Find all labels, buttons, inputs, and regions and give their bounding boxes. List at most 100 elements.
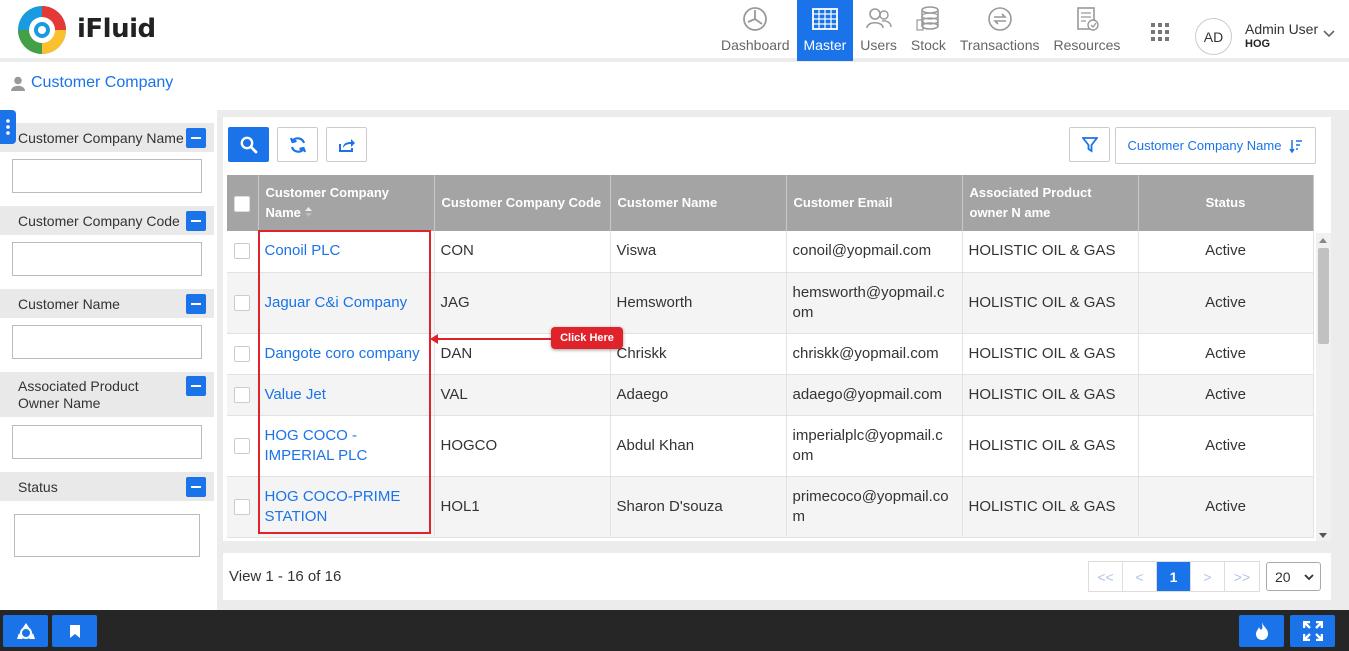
collapse-button[interactable] bbox=[186, 476, 206, 497]
search-icon bbox=[240, 136, 257, 153]
product-owner-cell: HOLISTIC OIL & GAS bbox=[962, 415, 1139, 477]
row-select-cell bbox=[227, 333, 259, 375]
filter-label: Customer Company Code bbox=[18, 212, 180, 229]
row-checkbox[interactable] bbox=[234, 437, 251, 454]
avatar[interactable]: AD bbox=[1195, 18, 1232, 55]
scroll-up-icon[interactable] bbox=[1319, 237, 1327, 243]
dashboard-icon bbox=[743, 7, 768, 31]
app-name: iFluid bbox=[77, 14, 156, 44]
search-button[interactable] bbox=[228, 127, 269, 162]
column-header-customer-email[interactable]: Customer Email bbox=[786, 175, 963, 231]
company-code-cell: JAG bbox=[434, 272, 611, 334]
customer-email-cell: primecoco@yopmail.co m bbox=[786, 476, 963, 538]
table-header-row: Customer Company Name Customer Company C… bbox=[227, 175, 1314, 231]
main-nav: Dashboard Master Users Stock Transaction… bbox=[714, 0, 1127, 61]
chevron-down-icon bbox=[1304, 574, 1314, 581]
status-cell: Active bbox=[1138, 476, 1314, 538]
row-select-cell bbox=[227, 415, 259, 477]
customer-email-cell: imperialplc@yopmail.c om bbox=[786, 415, 963, 477]
page-size-value: 20 bbox=[1275, 568, 1291, 585]
fire-icon bbox=[1255, 622, 1268, 640]
user-name[interactable]: Admin User bbox=[1245, 21, 1318, 37]
side-panel-toggle[interactable] bbox=[0, 110, 16, 144]
customer-email-cell: hemsworth@yopmail.c om bbox=[786, 272, 963, 334]
select-all-checkbox[interactable] bbox=[234, 195, 251, 212]
company-name-filter-input[interactable] bbox=[12, 159, 202, 193]
sort-descending-icon bbox=[1289, 139, 1303, 153]
nav-master[interactable]: Master bbox=[796, 0, 854, 61]
product-owner-cell: HOLISTIC OIL & GAS bbox=[962, 272, 1139, 334]
company-code-cell: CON bbox=[434, 231, 611, 273]
filter-button[interactable] bbox=[1069, 127, 1110, 162]
status-filter-select[interactable] bbox=[14, 514, 200, 557]
export-button[interactable] bbox=[326, 127, 367, 162]
vertical-dots-icon bbox=[6, 119, 10, 135]
nav-label: Master bbox=[803, 37, 847, 53]
sort-label: Customer Company Name bbox=[1127, 138, 1282, 153]
column-label: Customer Company Name bbox=[265, 185, 390, 220]
apps-grid-icon[interactable] bbox=[1151, 23, 1169, 41]
nav-resources[interactable]: Resources bbox=[1047, 0, 1128, 61]
row-checkbox[interactable] bbox=[234, 498, 251, 515]
nav-label: Transactions bbox=[959, 37, 1040, 53]
product-owner-cell: HOLISTIC OIL & GAS bbox=[962, 374, 1139, 416]
transactions-icon bbox=[987, 7, 1012, 31]
page-title[interactable]: Customer Company bbox=[31, 74, 173, 92]
company-code-cell: HOL1 bbox=[434, 476, 611, 538]
collapse-button[interactable] bbox=[186, 293, 206, 314]
fullscreen-button[interactable] bbox=[1290, 615, 1335, 647]
click-here-callout: Click Here bbox=[551, 327, 623, 349]
collapse-button[interactable] bbox=[186, 210, 206, 231]
stock-icon bbox=[916, 6, 940, 31]
sort-arrows-icon bbox=[304, 207, 312, 217]
current-page-button[interactable]: 1 bbox=[1157, 562, 1191, 591]
last-page-button[interactable]: >> bbox=[1225, 562, 1259, 591]
collapse-button[interactable] bbox=[186, 376, 206, 396]
filter-header-customer-name: Customer Name bbox=[0, 289, 214, 318]
column-header-company-code[interactable]: Customer Company Code bbox=[434, 175, 611, 231]
annotation-arrow bbox=[436, 338, 552, 340]
customer-email-cell: adaego@yopmail.com bbox=[786, 374, 963, 416]
column-header-product-owner[interactable]: Associated Product owner N ame bbox=[962, 175, 1139, 231]
company-code-cell: HOGCO bbox=[434, 415, 611, 477]
customer-name-filter-input[interactable] bbox=[12, 325, 202, 359]
sort-by-button[interactable]: Customer Company Name bbox=[1115, 127, 1316, 164]
row-checkbox[interactable] bbox=[234, 294, 251, 311]
product-owner-filter-input[interactable] bbox=[12, 425, 202, 459]
row-checkbox[interactable] bbox=[234, 386, 251, 403]
collapse-button[interactable] bbox=[186, 127, 206, 148]
chevron-down-icon[interactable] bbox=[1323, 30, 1335, 38]
bottom-toolbar bbox=[0, 610, 1349, 651]
bookmark-icon bbox=[69, 624, 80, 638]
scroll-down-icon[interactable] bbox=[1319, 533, 1327, 539]
column-header-status[interactable]: Status bbox=[1138, 175, 1314, 231]
share-icon bbox=[338, 138, 355, 152]
nav-transactions[interactable]: Transactions bbox=[953, 0, 1047, 61]
column-header-customer-name[interactable]: Customer Name bbox=[610, 175, 787, 231]
filter-label: Associated Product Owner Name bbox=[18, 377, 139, 411]
nav-dashboard[interactable]: Dashboard bbox=[714, 0, 797, 61]
scrollbar-thumb[interactable] bbox=[1318, 248, 1329, 344]
recycle-icon bbox=[16, 623, 35, 639]
filter-header-product-owner: Associated Product Owner Name bbox=[0, 372, 214, 417]
recycle-button[interactable] bbox=[3, 615, 48, 647]
customer-name-cell: Chriskk bbox=[610, 333, 787, 375]
nav-stock[interactable]: Stock bbox=[904, 0, 953, 61]
expand-icon bbox=[1302, 621, 1323, 641]
ifluid-logo-icon[interactable] bbox=[16, 4, 68, 56]
company-code-filter-input[interactable] bbox=[12, 242, 202, 276]
page-size-select[interactable]: 20 bbox=[1266, 562, 1321, 591]
prev-page-button[interactable]: < bbox=[1123, 562, 1157, 591]
nav-users[interactable]: Users bbox=[853, 0, 904, 61]
filter-header-company-code: Customer Company Code bbox=[0, 206, 214, 235]
column-header-company-name[interactable]: Customer Company Name bbox=[258, 175, 435, 231]
product-owner-cell: HOLISTIC OIL & GAS bbox=[962, 231, 1139, 273]
user-org: HOG bbox=[1245, 38, 1271, 50]
row-checkbox[interactable] bbox=[234, 243, 251, 260]
row-checkbox[interactable] bbox=[234, 345, 251, 362]
bookmark-button[interactable] bbox=[52, 615, 97, 647]
refresh-button[interactable] bbox=[277, 127, 318, 162]
first-page-button[interactable]: << bbox=[1089, 562, 1123, 591]
hot-button[interactable] bbox=[1239, 615, 1284, 647]
next-page-button[interactable]: > bbox=[1191, 562, 1225, 591]
